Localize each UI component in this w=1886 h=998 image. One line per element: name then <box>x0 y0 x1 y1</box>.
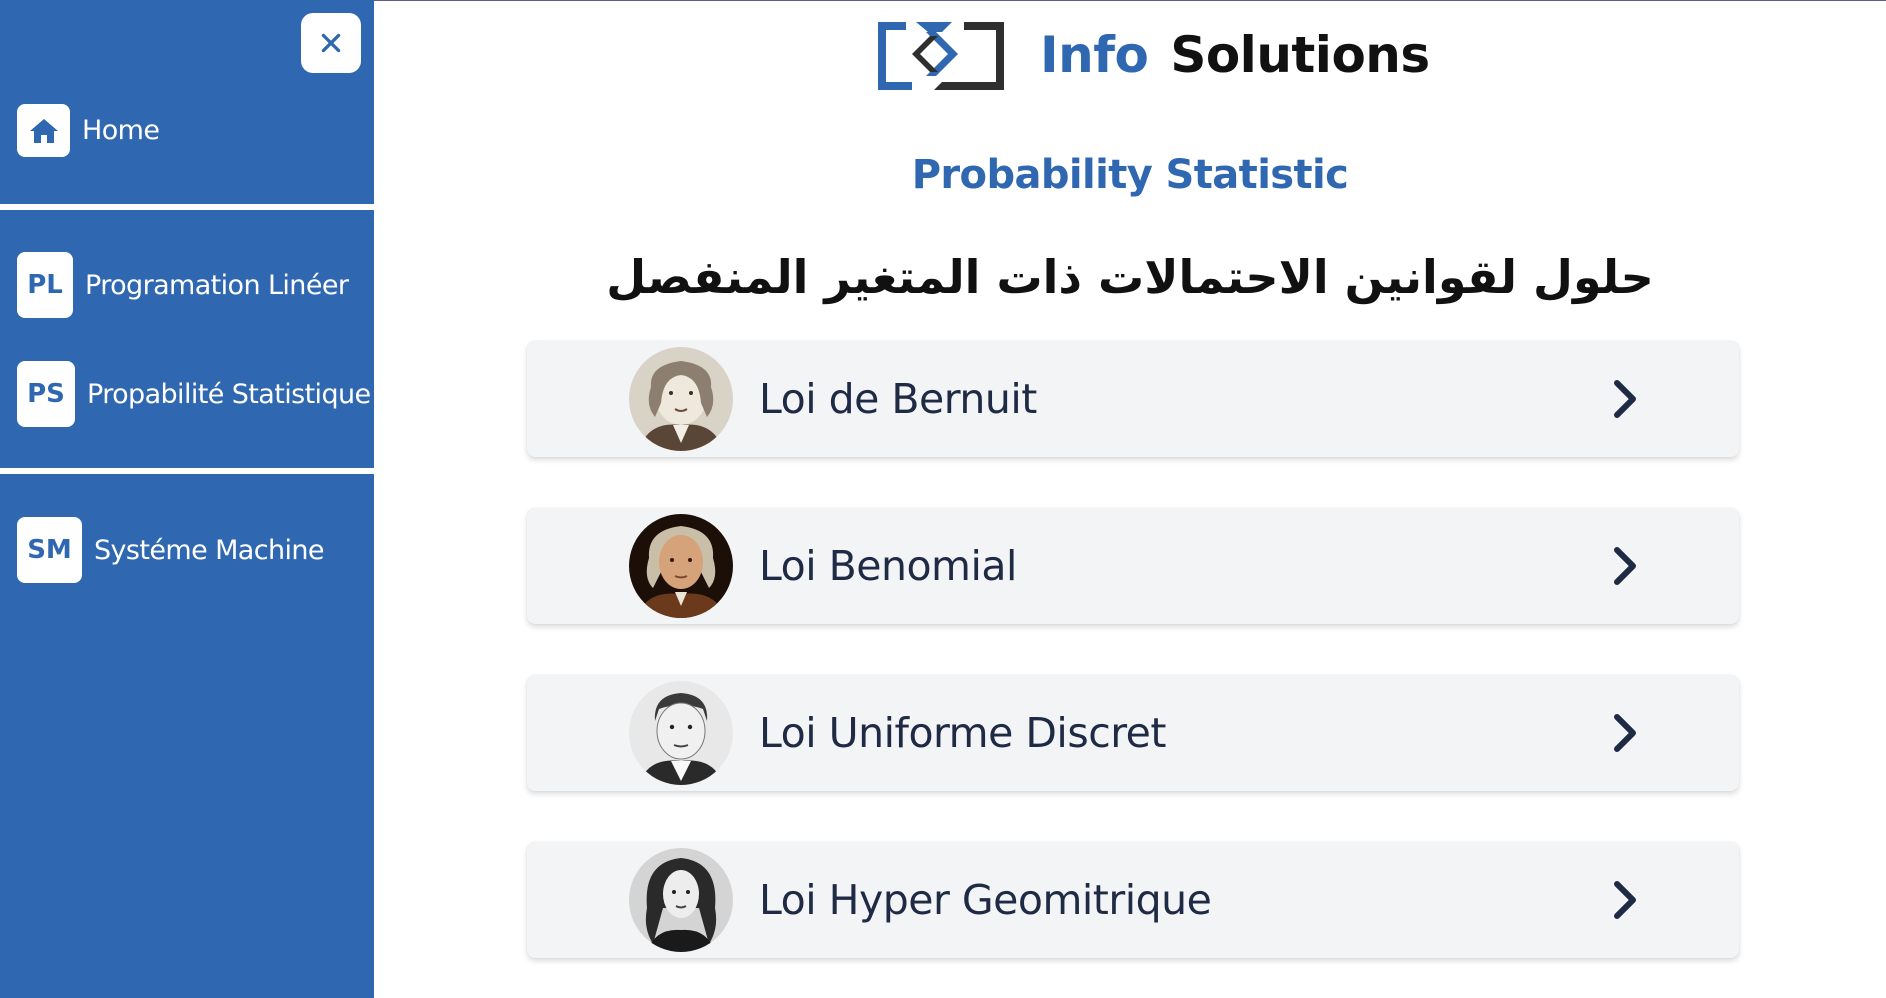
law-card-benomial[interactable]: Loi Benomial <box>527 508 1739 624</box>
home-icon <box>29 118 58 143</box>
sidebar-item-home[interactable]: Home <box>17 104 160 157</box>
sidebar-item-label: Programation Linéer <box>85 269 349 301</box>
law-card-hyper-geomitrique[interactable]: Loi Hyper Geomitrique <box>527 842 1739 958</box>
law-label: Loi Uniforme Discret <box>759 709 1167 757</box>
sidebar-divider <box>0 468 374 474</box>
brand-name-solutions: Solutions <box>1170 26 1430 84</box>
sidebar-item-systeme-machine[interactable]: SM Systéme Machine <box>17 517 325 583</box>
chevron-right-icon <box>1614 714 1636 752</box>
chevron-right-icon <box>1614 380 1636 418</box>
section-title: Probability Statistic <box>911 152 1349 198</box>
sidebar-badge: SM <box>17 517 82 583</box>
law-card-bernuit[interactable]: Loi de Bernuit <box>527 341 1739 457</box>
arabic-title: حلول لقوانين الاحتمالات ذات المتغير المن… <box>606 250 1654 304</box>
law-label: Loi Hyper Geomitrique <box>759 876 1212 924</box>
close-sidebar-button[interactable] <box>301 13 361 73</box>
portrait-avatar <box>629 848 733 952</box>
portrait-avatar <box>629 347 733 451</box>
sidebar-item-label: Home <box>82 115 160 146</box>
sidebar: Home PL Programation Linéer PS Propabili… <box>0 0 374 998</box>
sidebar-badge: PL <box>17 252 73 318</box>
chevron-right-icon <box>1614 881 1636 919</box>
logo-icon <box>878 22 1004 90</box>
brand-name-info: Info <box>1040 26 1149 84</box>
law-label: Loi de Bernuit <box>759 375 1037 423</box>
sidebar-item-programation-lineer[interactable]: PL Programation Linéer <box>17 252 349 318</box>
law-card-uniforme-discret[interactable]: Loi Uniforme Discret <box>527 675 1739 791</box>
brand-name: Info Solutions <box>1040 26 1430 84</box>
home-badge <box>17 104 70 157</box>
portrait-avatar <box>629 681 733 785</box>
sidebar-item-label: Systéme Machine <box>94 534 325 566</box>
sidebar-item-propabilite-statistique[interactable]: PS Propabilité Statistique <box>17 361 371 427</box>
sidebar-divider <box>0 204 374 210</box>
law-label: Loi Benomial <box>759 542 1017 590</box>
sidebar-item-label: Propabilité Statistique <box>87 378 371 410</box>
close-icon <box>321 33 341 53</box>
portrait-avatar <box>629 514 733 618</box>
sidebar-badge: PS <box>17 361 75 427</box>
chevron-right-icon <box>1614 547 1636 585</box>
